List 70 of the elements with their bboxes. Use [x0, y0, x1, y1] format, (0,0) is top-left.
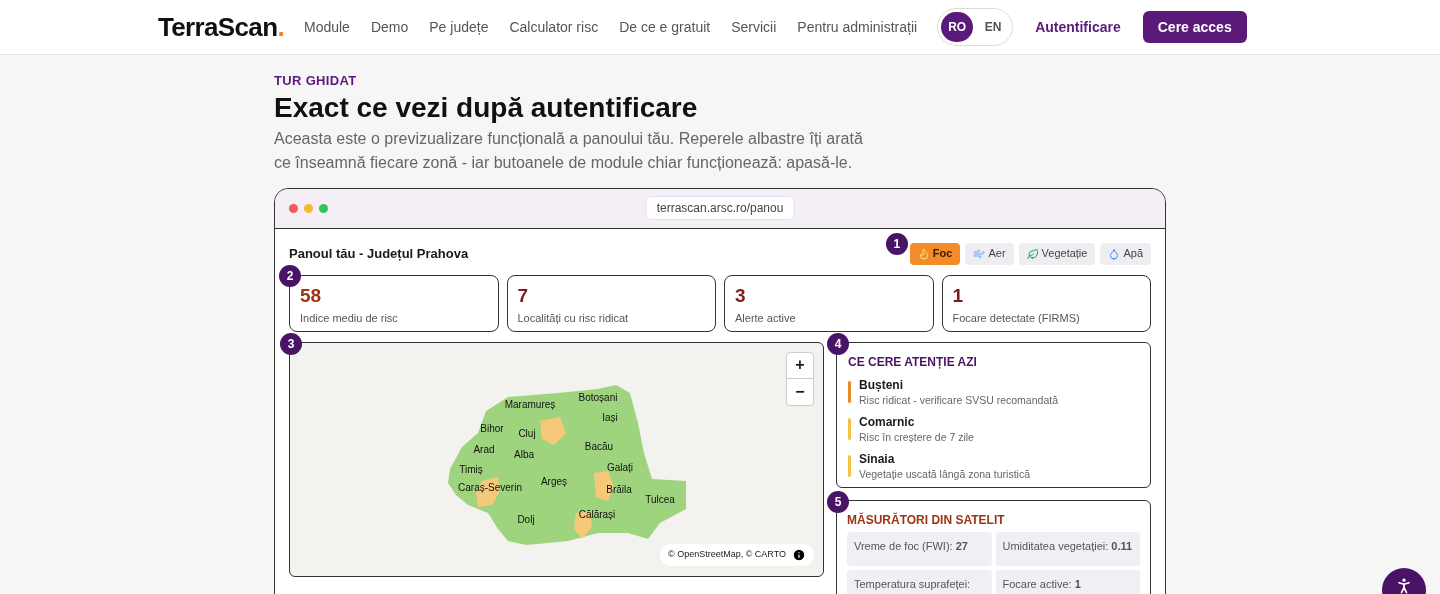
alert-note: Vegetație uscată lângă zona turistică [859, 466, 1031, 481]
module-tab[interactable]: Aer [965, 242, 1014, 265]
step-marker: 1 [885, 232, 908, 255]
page-title: Exact ce vezi după autentificare [274, 90, 699, 125]
stat-label: Localități cu risc ridicat [517, 310, 630, 326]
nav-link[interactable]: Servicii [731, 16, 777, 38]
request-access-button[interactable]: Cere acces [1142, 11, 1247, 43]
eyebrow: TUR GHIDAT [274, 72, 358, 90]
step-marker: 3 [280, 332, 302, 355]
dashboard-title: Panoul tău - Județul Prahova [289, 244, 469, 263]
address-bar: terrascan.arsc.ro/panou [645, 196, 795, 220]
alert-note: Risc ridicat - verificare SVSU recomandată [859, 392, 1058, 407]
county-label: Maramureș [504, 397, 556, 411]
stat-label: Indice mediu de risc [300, 310, 399, 326]
info-icon[interactable] [792, 547, 806, 562]
step-marker: 5 [827, 490, 849, 513]
stat-value: 1 [952, 284, 965, 307]
county-label: Argeș [540, 474, 568, 488]
county-label: Tulcea [645, 492, 675, 506]
stat-label: Focare detectate (FIRMS) [952, 310, 1081, 326]
stat-label: Alerte active [735, 310, 797, 326]
county-label: Brăila [606, 482, 632, 496]
measurement-text: Temperatura suprafeței: [854, 577, 971, 590]
nav-link[interactable]: Calculator risc [509, 16, 599, 38]
nav-link[interactable]: De ce e gratuit [619, 16, 711, 38]
stat-value: 58 [300, 284, 323, 307]
measurement-text: Vreme de foc (FWI): 27 [854, 539, 968, 552]
nav-link[interactable]: Demo [370, 16, 409, 38]
nav-link[interactable]: Pentru administrații [797, 16, 918, 38]
logo[interactable]: TerraScan. [158, 7, 284, 47]
county-label: Galați [606, 460, 634, 474]
login-link[interactable]: Autentificare [1035, 16, 1121, 38]
county-label: Arad [473, 442, 495, 456]
droplet-icon [1108, 247, 1121, 260]
module-tab[interactable]: Apă [1100, 242, 1151, 265]
alert-note: Risc în creștere de 7 zile [859, 429, 974, 444]
stat-value: 7 [517, 284, 530, 307]
module-tab[interactable]: Foc [909, 242, 961, 265]
county-label: Călărași [578, 507, 616, 521]
language-option[interactable]: EN [977, 12, 1010, 42]
panel-heading: CE CERE ATENȚIE AZI [848, 353, 978, 371]
county-label: Iași [602, 410, 618, 424]
county-label: Timiș [459, 462, 483, 476]
county-label: Bacău [584, 439, 614, 453]
county-label: Dolj [517, 512, 535, 526]
stat-value: 3 [735, 284, 747, 307]
zoom-in-button[interactable]: + [787, 352, 813, 379]
county-label: Alba [514, 447, 534, 461]
county-label: Cluj [518, 426, 536, 440]
panel-heading: MĂSURĂTORI DIN SATELIT [847, 511, 1006, 529]
flame-icon [917, 247, 930, 260]
measurement-text: Focare active: 1 [1002, 577, 1081, 590]
county-label: Botoșani [578, 390, 618, 404]
nav-link[interactable]: Pe județe [429, 16, 489, 38]
attribution-text: © OpenStreetMap, © CARTO [668, 547, 786, 561]
step-marker: 2 [279, 264, 301, 287]
intro-text: Aceasta este o previzualizare funcțională a panoului tău. Reperele albastre îți arată ce înseamnă fiecare zonă - iar butoanele de module chiar funcționează: apasă-le. [274, 128, 864, 173]
alert-place: Comarnic [859, 414, 916, 430]
county-label: Caraș-Severin [458, 480, 522, 494]
language-option[interactable]: RO [941, 12, 974, 42]
nav-link[interactable]: Module [304, 16, 350, 38]
county-label: Bihor [480, 421, 504, 435]
step-marker: 4 [827, 332, 849, 355]
zoom-out-button[interactable]: − [787, 378, 813, 405]
module-tab[interactable]: Vegetație [1018, 242, 1096, 265]
wind-icon [973, 247, 986, 260]
leaf-icon [1026, 247, 1039, 260]
measurement-text: Umiditatea vegetației: 0.11 [1002, 539, 1133, 552]
alert-place: Sinaia [859, 451, 896, 467]
alert-place: Bușteni [859, 377, 904, 393]
